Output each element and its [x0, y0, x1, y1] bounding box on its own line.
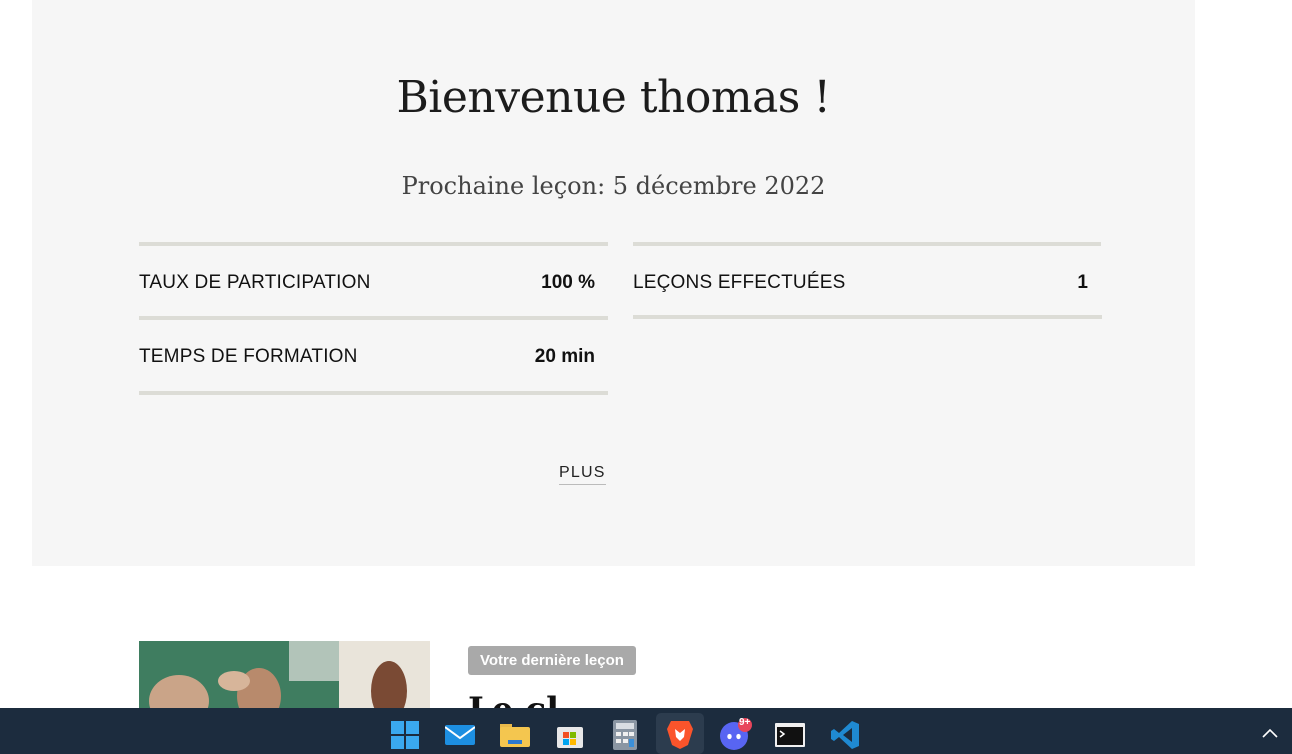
last-lesson-badge: Votre dernière leçon	[468, 646, 636, 675]
divider	[633, 315, 1102, 319]
vscode-icon[interactable]	[828, 718, 862, 752]
stat-training-time-label: TEMPS DE FORMATION	[139, 346, 358, 367]
stat-participation-value: 100 %	[541, 272, 595, 293]
discord-icon[interactable]: 9+	[718, 717, 752, 752]
windows-start-icon[interactable]	[388, 718, 422, 752]
file-explorer-icon[interactable]	[498, 718, 532, 752]
brave-browser-icon[interactable]	[656, 713, 704, 754]
stat-participation-label: TAUX DE PARTICIPATION	[139, 272, 371, 293]
calculator-icon[interactable]	[608, 718, 642, 752]
divider	[139, 391, 608, 395]
microsoft-store-icon[interactable]	[553, 718, 587, 752]
stat-training-time: TEMPS DE FORMATION 20 min	[139, 316, 608, 394]
lesson-thumbnail[interactable]	[139, 641, 430, 711]
chevron-up-icon[interactable]	[1262, 722, 1278, 743]
discord-notification-badge: 9+	[739, 717, 751, 728]
more-link[interactable]: PLUS	[559, 464, 606, 485]
stat-lessons-value: 1	[1077, 272, 1088, 293]
stat-participation: TAUX DE PARTICIPATION 100 %	[139, 242, 608, 320]
windows-taskbar: 9+	[0, 708, 1292, 754]
stat-training-time-value: 20 min	[534, 346, 595, 367]
terminal-icon[interactable]	[773, 718, 807, 752]
stat-lessons: LEÇONS EFFECTUÉES 1	[633, 242, 1101, 320]
next-lesson-text: Prochaine leçon: 5 décembre 2022	[401, 172, 826, 200]
stat-lessons-label: LEÇONS EFFECTUÉES	[633, 272, 846, 293]
welcome-title: Bienvenue thomas !	[396, 72, 831, 123]
mail-icon[interactable]	[443, 718, 477, 752]
